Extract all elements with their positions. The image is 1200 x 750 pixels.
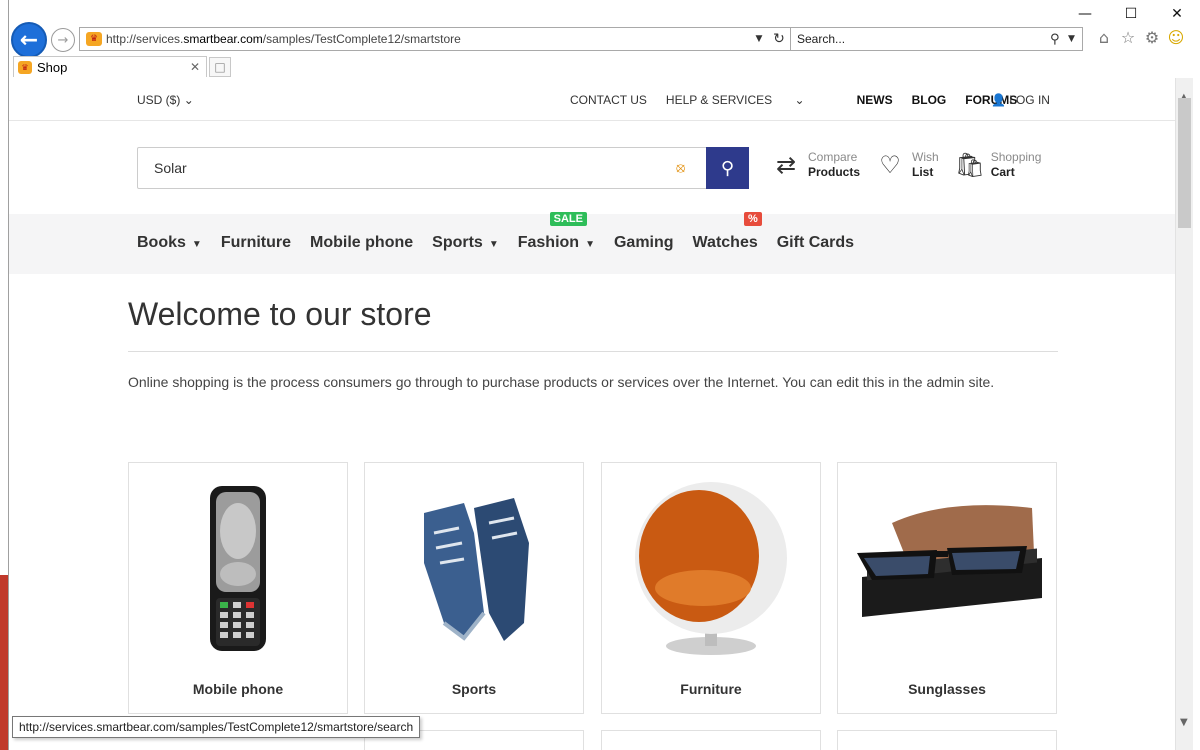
address-bar[interactable]: ♛ http://services.smartbear.com/samples/… (79, 27, 791, 51)
category-grid: Mobile phone Sports Furniture Sunglasses (128, 462, 1058, 750)
search-icon[interactable]: ⚲ (1050, 32, 1068, 47)
page-title: Welcome to our store (128, 296, 1058, 352)
settings-gear-icon[interactable]: ⚙ (1143, 28, 1161, 48)
menu-watches[interactable]: % Watches (693, 212, 762, 252)
user-icon: 👤 (991, 93, 1006, 107)
favorites-star-icon[interactable]: ☆ (1119, 28, 1137, 48)
category-card-partial (837, 730, 1057, 750)
forward-button[interactable]: → (51, 28, 75, 52)
compare-icon: ⇄ (775, 151, 797, 179)
category-card-sports[interactable]: Sports (364, 462, 584, 714)
scrollbar-thumb[interactable] (1178, 98, 1191, 228)
discount-badge: % (743, 212, 762, 226)
feedback-smiley-icon[interactable]: ☺ (1167, 28, 1185, 48)
sneakers-image (365, 473, 583, 663)
search-dropdown-icon[interactable]: ▼ (1068, 34, 1082, 44)
sunglasses-image (838, 473, 1056, 663)
contact-us-link[interactable]: CONTACT US (570, 93, 647, 107)
help-services-menu[interactable]: HELP & SERVICES ⌄ (666, 93, 824, 107)
menu-sports[interactable]: Sports ▼ (432, 234, 499, 252)
caret-down-icon: ▼ (488, 239, 499, 250)
store-header: Solar ⦻ ⚲ ⇄ Compare Products ♡ Wish List 🛍… (9, 121, 1175, 214)
heart-icon: ♡ (879, 151, 901, 179)
tab-title: Shop (37, 59, 68, 75)
menu-mobile-phone[interactable]: Mobile phone (310, 234, 413, 252)
browser-toolbar: ⌂ ☆ ⚙ ☺ (1095, 28, 1185, 48)
blog-link[interactable]: BLOG (912, 93, 947, 107)
menu-gift-cards[interactable]: Gift Cards (777, 234, 854, 252)
vertical-scrollbar[interactable]: ▲ ▼ (1175, 78, 1193, 750)
desktop-background-left (0, 0, 8, 750)
scroll-down-icon[interactable]: ▼ (1180, 717, 1188, 728)
shopping-cart-button[interactable]: 🛍 Shopping Cart (955, 150, 1042, 180)
tab-close-icon[interactable]: ✕ (190, 60, 206, 74)
header-tools: ⇄ Compare Products ♡ Wish List 🛍 Shopping C… (772, 150, 1057, 180)
ball-chair-image (602, 473, 820, 663)
page-viewport: USD ($) ⌄ CONTACT US HELP & SERVICES ⌄ N… (9, 78, 1175, 750)
home-icon[interactable]: ⌂ (1095, 28, 1113, 48)
new-tab-button[interactable]: □ (209, 57, 231, 77)
search-input[interactable]: Solar (138, 148, 676, 188)
sale-badge: SALE (549, 212, 587, 226)
clear-search-icon[interactable]: ⦻ (676, 148, 706, 188)
tab-shop[interactable]: ♛ Shop ✕ (13, 56, 207, 77)
refresh-icon[interactable]: ↻ (768, 31, 790, 47)
category-card-sunglasses[interactable]: Sunglasses (837, 462, 1057, 714)
browser-search-box[interactable]: Search... ⚲ ▼ (790, 27, 1083, 51)
currency-selector[interactable]: USD ($) ⌄ (137, 93, 194, 107)
status-bar-url: http://services.smartbear.com/samples/Te… (12, 716, 421, 738)
back-button[interactable]: ← (11, 22, 47, 58)
category-card-partial (601, 730, 821, 750)
search-button[interactable]: ⚲ (706, 147, 749, 189)
address-url[interactable]: http://services.smartbear.com/samples/Te… (106, 32, 750, 46)
menu-books[interactable]: Books ▼ (137, 234, 202, 252)
chevron-down-icon: ⌄ (794, 93, 805, 107)
tab-favicon-icon: ♛ (18, 60, 32, 74)
navigation-bar: ← → ♛ http://services.smartbear.com/samp… (9, 22, 1200, 58)
wish-list-button[interactable]: ♡ Wish List (876, 150, 938, 180)
category-name: Furniture (680, 681, 742, 697)
mobile-phone-image (129, 473, 347, 663)
menu-gaming[interactable]: Gaming (614, 234, 674, 252)
store-topbar: USD ($) ⌄ CONTACT US HELP & SERVICES ⌄ N… (9, 78, 1175, 121)
address-dropdown-icon[interactable]: ▼ (750, 34, 768, 44)
menu-fashion[interactable]: SALE Fashion ▼ (518, 212, 595, 252)
caret-down-icon: ▼ (191, 239, 202, 250)
category-card-furniture[interactable]: Furniture (601, 462, 821, 714)
news-link[interactable]: NEWS (857, 93, 893, 107)
caret-down-icon: ▼ (585, 239, 595, 250)
menu-furniture[interactable]: Furniture (221, 234, 291, 252)
browser-search-placeholder: Search... (797, 32, 846, 46)
topbar-links: CONTACT US HELP & SERVICES ⌄ NEWS BLOG F… (570, 93, 1036, 107)
category-name: Mobile phone (192, 681, 284, 697)
chevron-down-icon: ⌄ (183, 93, 194, 107)
category-menu: Books ▼ Furniture Mobile phone Sports ▼ SA… (9, 212, 1175, 274)
category-card-mobile-phone[interactable]: Mobile phone (128, 462, 348, 714)
shopping-bag-icon: 🛍 (954, 151, 986, 179)
category-name: Sunglasses (908, 681, 986, 697)
store-search: Solar ⦻ ⚲ (137, 147, 749, 189)
browser-window: — ☐ ✕ ← → ♛ http://services.smartbear.co… (8, 0, 1200, 750)
tab-bar: ♛ Shop ✕ □ (9, 56, 1200, 78)
welcome-section: Welcome to our store Online shopping is … (128, 296, 1058, 394)
welcome-text: Online shopping is the process consumers… (128, 374, 995, 390)
login-link[interactable]: 👤 LOG IN (991, 93, 1050, 107)
category-name: Sports (451, 681, 497, 697)
site-favicon-icon: ♛ (86, 32, 102, 46)
compare-products-button[interactable]: ⇄ Compare Products (772, 150, 860, 180)
